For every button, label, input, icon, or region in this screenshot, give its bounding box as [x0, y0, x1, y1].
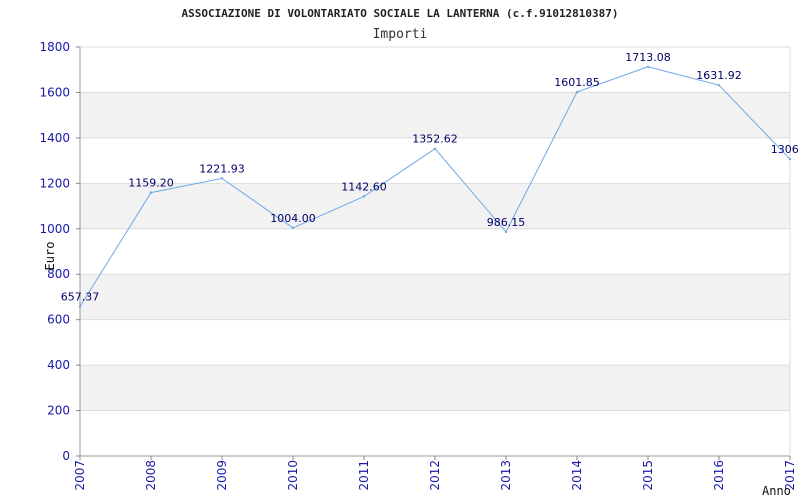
- y-axis-label: Euro: [43, 242, 57, 271]
- x-tick-label: 2011: [357, 460, 371, 491]
- y-tick-label: 0: [62, 449, 70, 463]
- data-label: 986.15: [487, 216, 526, 229]
- data-point: [220, 177, 224, 180]
- data-point: [78, 305, 82, 308]
- x-tick-label: 2014: [570, 460, 584, 491]
- data-label: 1306.3: [771, 143, 800, 156]
- x-tick-label: 2009: [215, 460, 229, 491]
- y-tick-label: 1200: [39, 176, 70, 190]
- data-label: 1142.60: [341, 180, 387, 193]
- plot-band: [80, 365, 790, 411]
- data-labels: 657.37 1159.20 1221.93 1004.00 1142.60 1352.6…: [61, 51, 800, 304]
- x-tick-label: 2010: [286, 460, 300, 491]
- data-label: 1713.08: [625, 51, 671, 64]
- plot-band: [80, 274, 790, 320]
- data-point: [362, 195, 366, 198]
- data-point: [433, 147, 437, 150]
- plot-band: [80, 92, 790, 138]
- data-point: [504, 230, 508, 234]
- data-point: [149, 191, 153, 194]
- data-point: [646, 65, 650, 68]
- y-tick-label: 1400: [39, 131, 70, 145]
- x-ticks: 2007 2008 2009 2010 2011 2012 2013 2014 2015 2016…: [73, 456, 797, 491]
- data-point: [717, 83, 721, 87]
- data-point: [291, 226, 295, 230]
- x-tick-label: 2007: [73, 460, 87, 491]
- x-tick-label: 2008: [144, 460, 158, 491]
- data-label: 657.37: [61, 291, 100, 304]
- data-label: 1601.85: [554, 76, 600, 89]
- x-tick-label: 2015: [641, 460, 655, 491]
- chart-title: ASSOCIAZIONE DI VOLONTARIATO SOCIALE LA …: [181, 7, 618, 20]
- y-tick-label: 600: [47, 313, 70, 327]
- x-tick-label: 2012: [428, 460, 442, 491]
- data-label: 1159.20: [128, 177, 174, 190]
- chart: 020040060080010001200140016001800 2007 20…: [39, 7, 800, 498]
- x-tick-label: 2016: [712, 460, 726, 491]
- y-tick-label: 200: [47, 404, 70, 418]
- plot-band: [80, 183, 790, 229]
- data-label: 1631.92: [696, 69, 742, 82]
- data-point: [575, 90, 579, 94]
- y-tick-label: 1600: [39, 85, 70, 99]
- y-tick-label: 1000: [39, 222, 70, 236]
- data-label: 1221.93: [199, 162, 245, 175]
- x-axis-label: Anno: [762, 484, 791, 498]
- data-label: 1004.00: [270, 212, 316, 225]
- y-tick-label: 400: [47, 358, 70, 372]
- chart-subtitle: Importi: [373, 27, 428, 42]
- data-label: 1352.62: [412, 133, 458, 146]
- x-tick-label: 2013: [499, 460, 513, 491]
- data-point: [788, 157, 792, 161]
- y-tick-label: 1800: [39, 40, 70, 54]
